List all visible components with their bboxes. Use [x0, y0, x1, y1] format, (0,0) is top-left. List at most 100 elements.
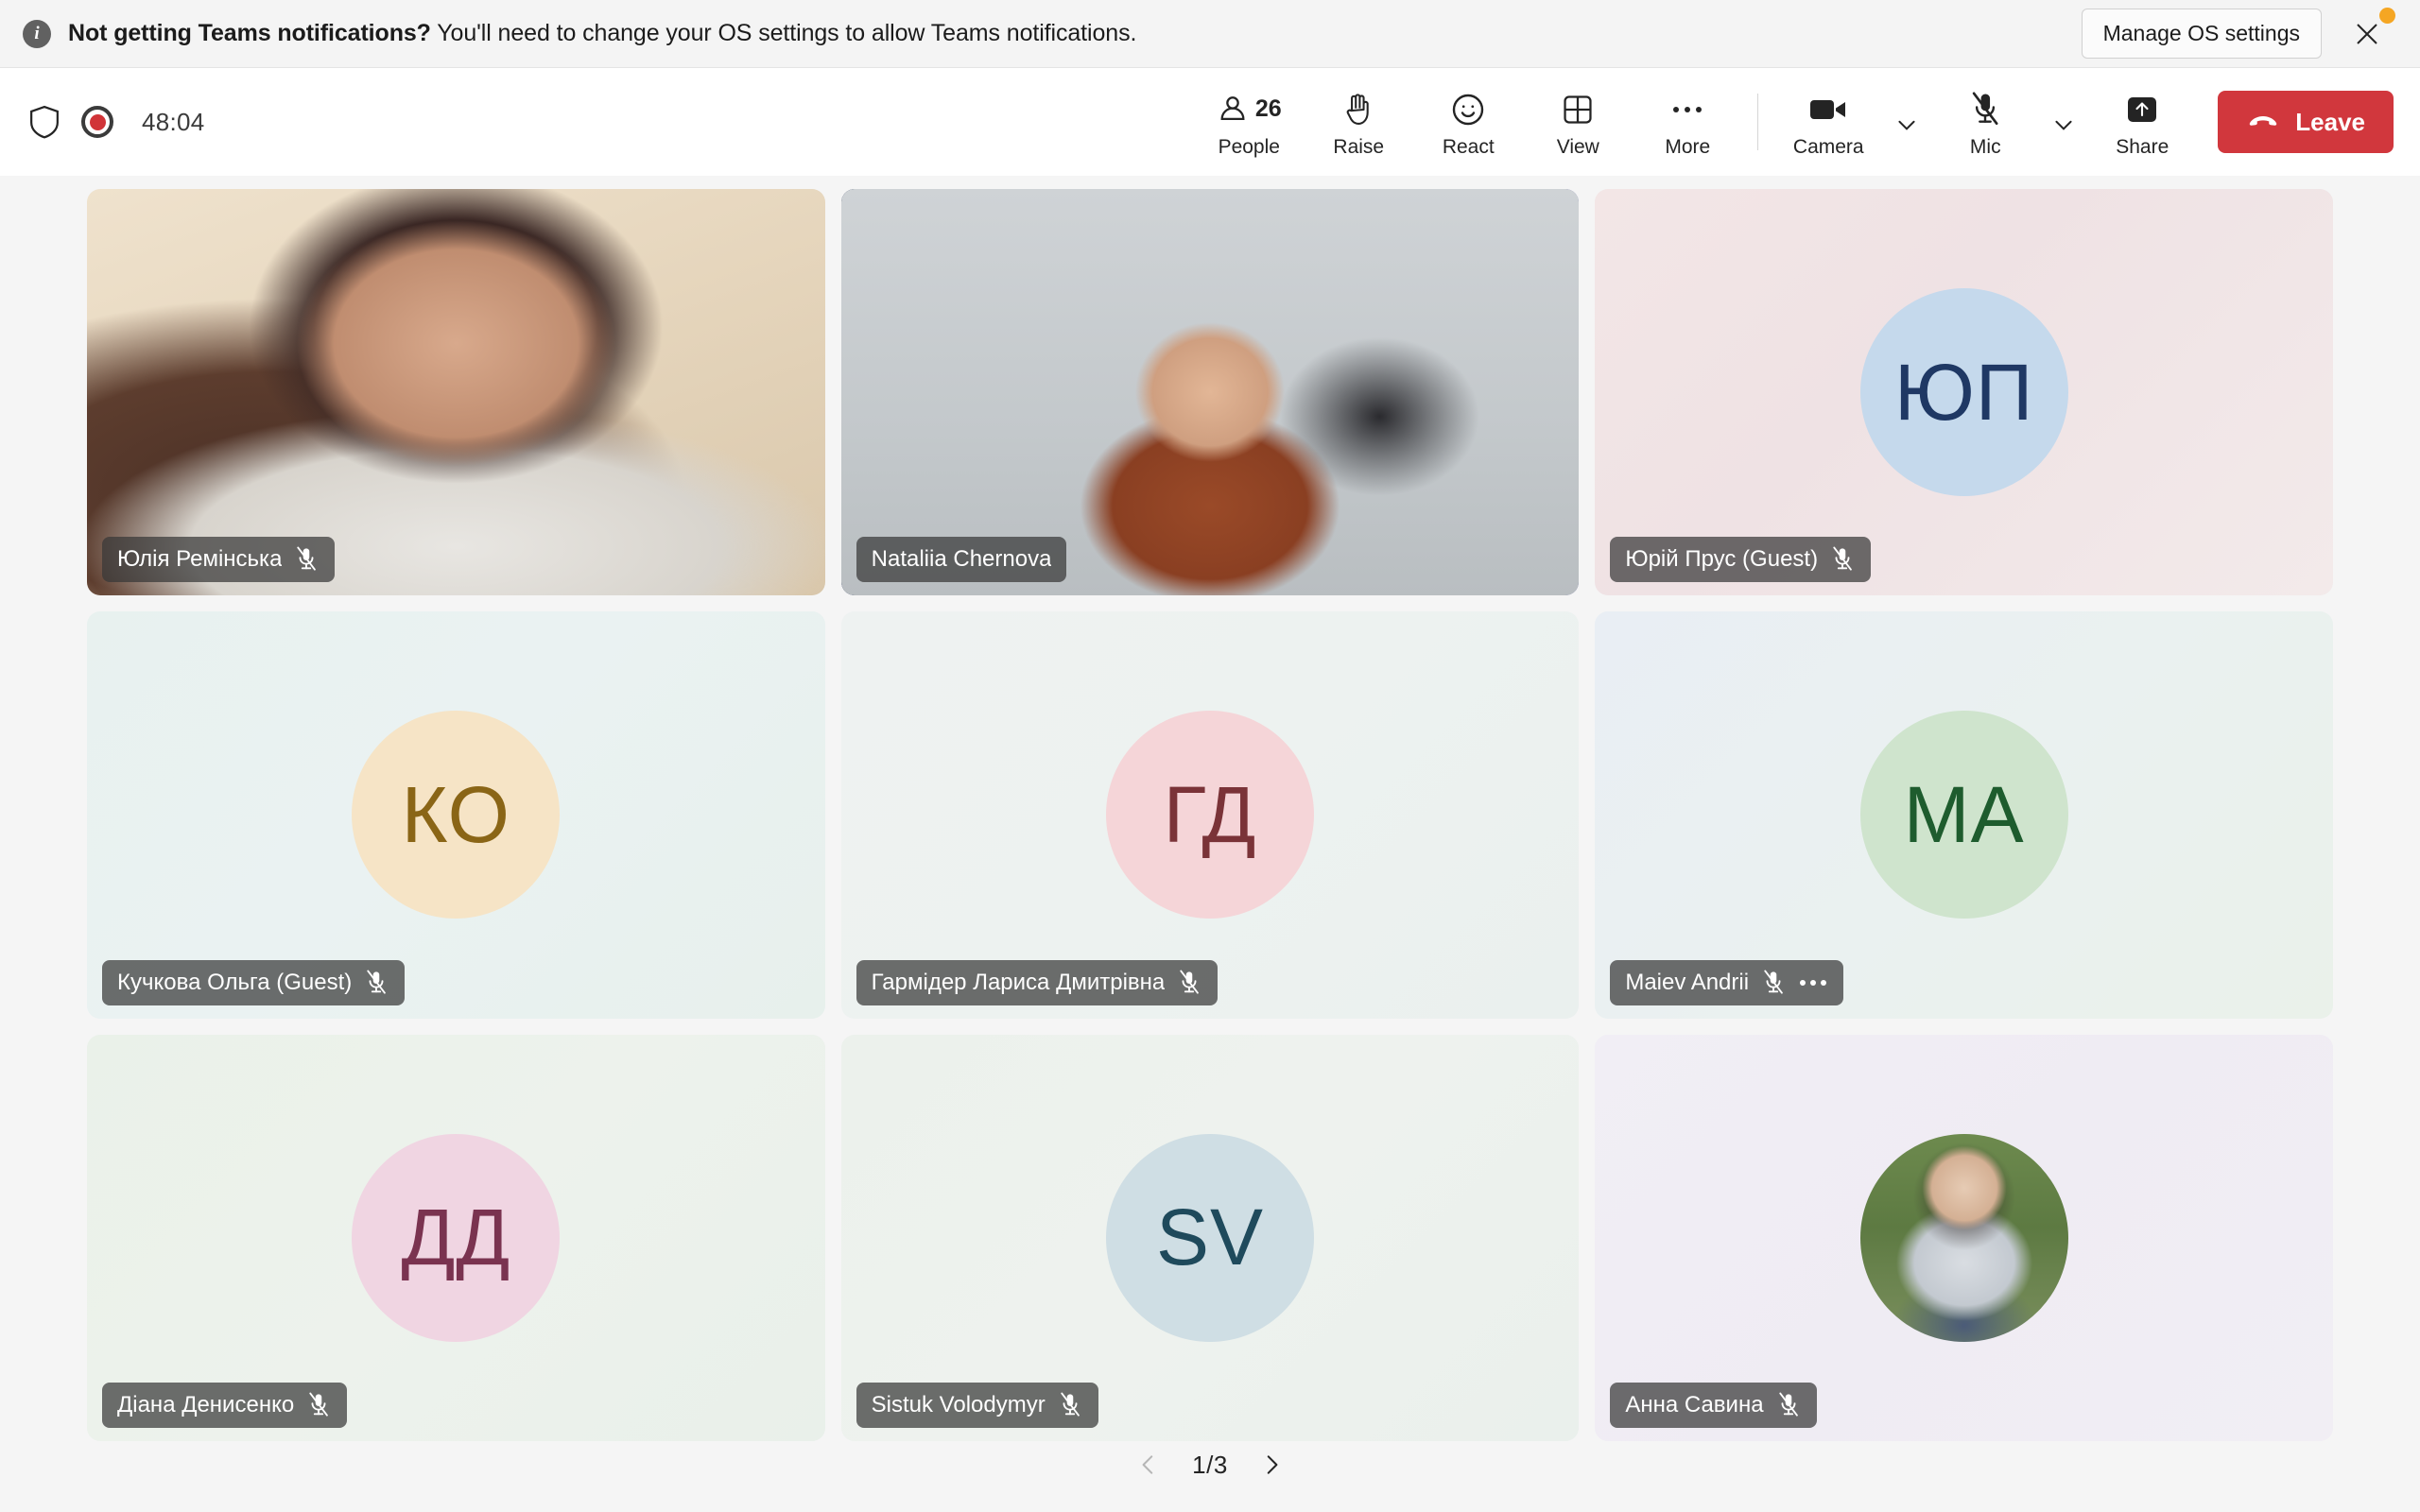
mic-muted-icon — [1057, 1392, 1083, 1418]
avatar-photo — [1859, 1133, 2068, 1342]
notification-badge-dot — [2379, 7, 2395, 24]
mic-muted-icon — [293, 546, 320, 573]
participant-name-badge: Гармідер Лариса Дмитрівна — [856, 959, 1219, 1005]
shield-icon[interactable] — [28, 105, 60, 139]
participant-video — [87, 189, 825, 596]
mic-muted-icon — [1833, 546, 1852, 571]
mic-muted-icon — [1180, 970, 1200, 994]
participant-more-button[interactable] — [1798, 979, 1828, 986]
participant-tile[interactable]: КО Кучкова Ольга (Guest) — [87, 611, 825, 1019]
camera-control-group: Camera — [1773, 82, 1930, 163]
participant-name: Юрій Прус (Guest) — [1625, 546, 1819, 573]
banner-close-button[interactable] — [2342, 7, 2395, 59]
mic-muted-icon — [1973, 91, 1998, 125]
mic-muted-icon — [1176, 970, 1202, 996]
participant-name: Гармідер Лариса Дмитрівна — [871, 969, 1166, 995]
participant-tile[interactable]: SV Sistuk Volodymyr — [840, 1034, 1580, 1441]
participant-name: Nataliia Chernova — [871, 546, 1052, 573]
mic-options-button[interactable] — [2040, 87, 2087, 157]
view-label: View — [1556, 135, 1599, 158]
participant-tile[interactable]: ЮП Юрій Прус (Guest) — [1595, 189, 2333, 596]
share-button[interactable]: Share — [2087, 82, 2197, 163]
people-count: 26 — [1254, 95, 1282, 122]
mic-button[interactable]: Mic — [1930, 82, 2040, 163]
avatar-initials: ГД — [1105, 711, 1314, 919]
participant-name: Sistuk Volodymyr — [871, 1392, 1046, 1418]
meeting-stage: Юлія Ремінська Nataliia Chernova ЮП Юрій Пр… — [0, 176, 2420, 1512]
avatar-container: КО — [87, 611, 825, 1018]
avatar-container: МА — [1595, 611, 2333, 1018]
participant-tile[interactable]: ДД Діана Денисенко — [87, 1034, 825, 1441]
raise-hand-button[interactable]: Raise — [1304, 82, 1413, 163]
people-icon — [1220, 95, 1245, 120]
more-ellipsis-icon — [1821, 979, 1827, 986]
raise-label: Raise — [1333, 135, 1385, 158]
participant-name: Юлія Ремінська — [117, 546, 283, 573]
pagination-label: 1/3 — [1192, 1450, 1228, 1479]
toolbar-left-group: 48:04 — [28, 105, 205, 139]
react-label: React — [1442, 135, 1495, 158]
banner-message: Not getting Teams notifications? You'll … — [68, 20, 1136, 47]
participant-tile[interactable]: Анна Савина — [1595, 1034, 2333, 1441]
participant-name-badge: Nataliia Chernova — [856, 537, 1067, 583]
avatar-initials: МА — [1859, 711, 2068, 919]
view-button[interactable]: View — [1523, 82, 1633, 163]
participant-tile[interactable]: ГД Гармідер Лариса Дмитрівна — [840, 611, 1580, 1019]
mic-muted-icon — [367, 970, 387, 994]
mic-muted-icon — [305, 1392, 332, 1418]
participant-name-badge: Діана Денисенко — [102, 1383, 348, 1428]
mic-muted-icon — [1764, 970, 1783, 994]
camera-button[interactable]: Camera — [1773, 82, 1883, 163]
more-ellipsis-icon — [1810, 979, 1817, 986]
participant-tile[interactable]: Юлія Ремінська — [87, 189, 825, 596]
meeting-toolbar: 48:04 26 People Raise React View More Ca… — [0, 68, 2420, 176]
avatar-container: ЮП — [1595, 189, 2333, 595]
more-ellipsis-icon — [1800, 979, 1806, 986]
participant-tile[interactable]: МА Maiev Andrii — [1595, 611, 2333, 1019]
mic-muted-icon — [1760, 970, 1787, 996]
participant-name-badge: Юрій Прус (Guest) — [1610, 537, 1872, 583]
participant-name-badge: Кучкова Ольга (Guest) — [102, 959, 406, 1005]
participant-name: Діана Денисенко — [117, 1392, 295, 1418]
call-end-icon — [2250, 116, 2277, 126]
avatar-initials: SV — [1105, 1133, 1314, 1342]
pagination-next-button[interactable] — [1249, 1442, 1294, 1487]
avatar-initials: ЮП — [1859, 288, 2068, 497]
mic-muted-icon — [297, 546, 317, 571]
manage-os-settings-button[interactable]: Manage OS settings — [2081, 9, 2322, 59]
chevron-right-icon — [1267, 1455, 1278, 1474]
toolbar-center-group: 26 People Raise React View More Camera M… — [205, 82, 2394, 163]
close-icon — [2357, 23, 2377, 44]
mic-muted-icon — [309, 1392, 329, 1417]
meeting-timer: 48:04 — [142, 107, 205, 136]
participant-grid: Юлія Ремінська Nataliia Chernova ЮП Юрій Пр… — [87, 189, 2333, 1441]
view-grid-icon — [1564, 94, 1592, 124]
avatar-container: SV — [841, 1035, 1580, 1441]
share-screen-icon — [2128, 96, 2157, 122]
participant-name: Кучкова Ольга (Guest) — [117, 969, 353, 995]
mic-muted-icon — [1829, 546, 1856, 573]
camera-label: Camera — [1792, 135, 1864, 158]
participant-name-badge: Анна Савина — [1610, 1383, 1817, 1428]
people-button[interactable]: 26 People — [1194, 82, 1304, 163]
leave-button[interactable]: Leave — [2218, 91, 2394, 153]
camera-icon — [1810, 99, 1846, 119]
pagination-prev-button[interactable] — [1126, 1442, 1171, 1487]
raise-hand-icon — [1346, 93, 1369, 125]
more-ellipsis-icon — [1673, 106, 1703, 112]
participant-name-badge: Юлія Ремінська — [102, 537, 336, 583]
mic-muted-icon — [1061, 1392, 1080, 1417]
info-icon: i — [23, 19, 51, 48]
chevron-left-icon — [1142, 1455, 1153, 1474]
camera-options-button[interactable] — [1883, 87, 1930, 157]
banner-body: You'll need to change your OS settings t… — [430, 20, 1137, 46]
record-icon — [81, 106, 113, 138]
more-button[interactable]: More — [1633, 82, 1742, 163]
mic-label: Mic — [1969, 135, 2001, 158]
people-label: People — [1218, 135, 1280, 158]
react-button[interactable]: React — [1413, 82, 1523, 163]
avatar-container: ГД — [841, 611, 1580, 1018]
participant-tile[interactable]: Nataliia Chernova — [840, 189, 1580, 596]
avatar-container — [1595, 1035, 2333, 1441]
chevron-down-icon — [2055, 120, 2072, 130]
